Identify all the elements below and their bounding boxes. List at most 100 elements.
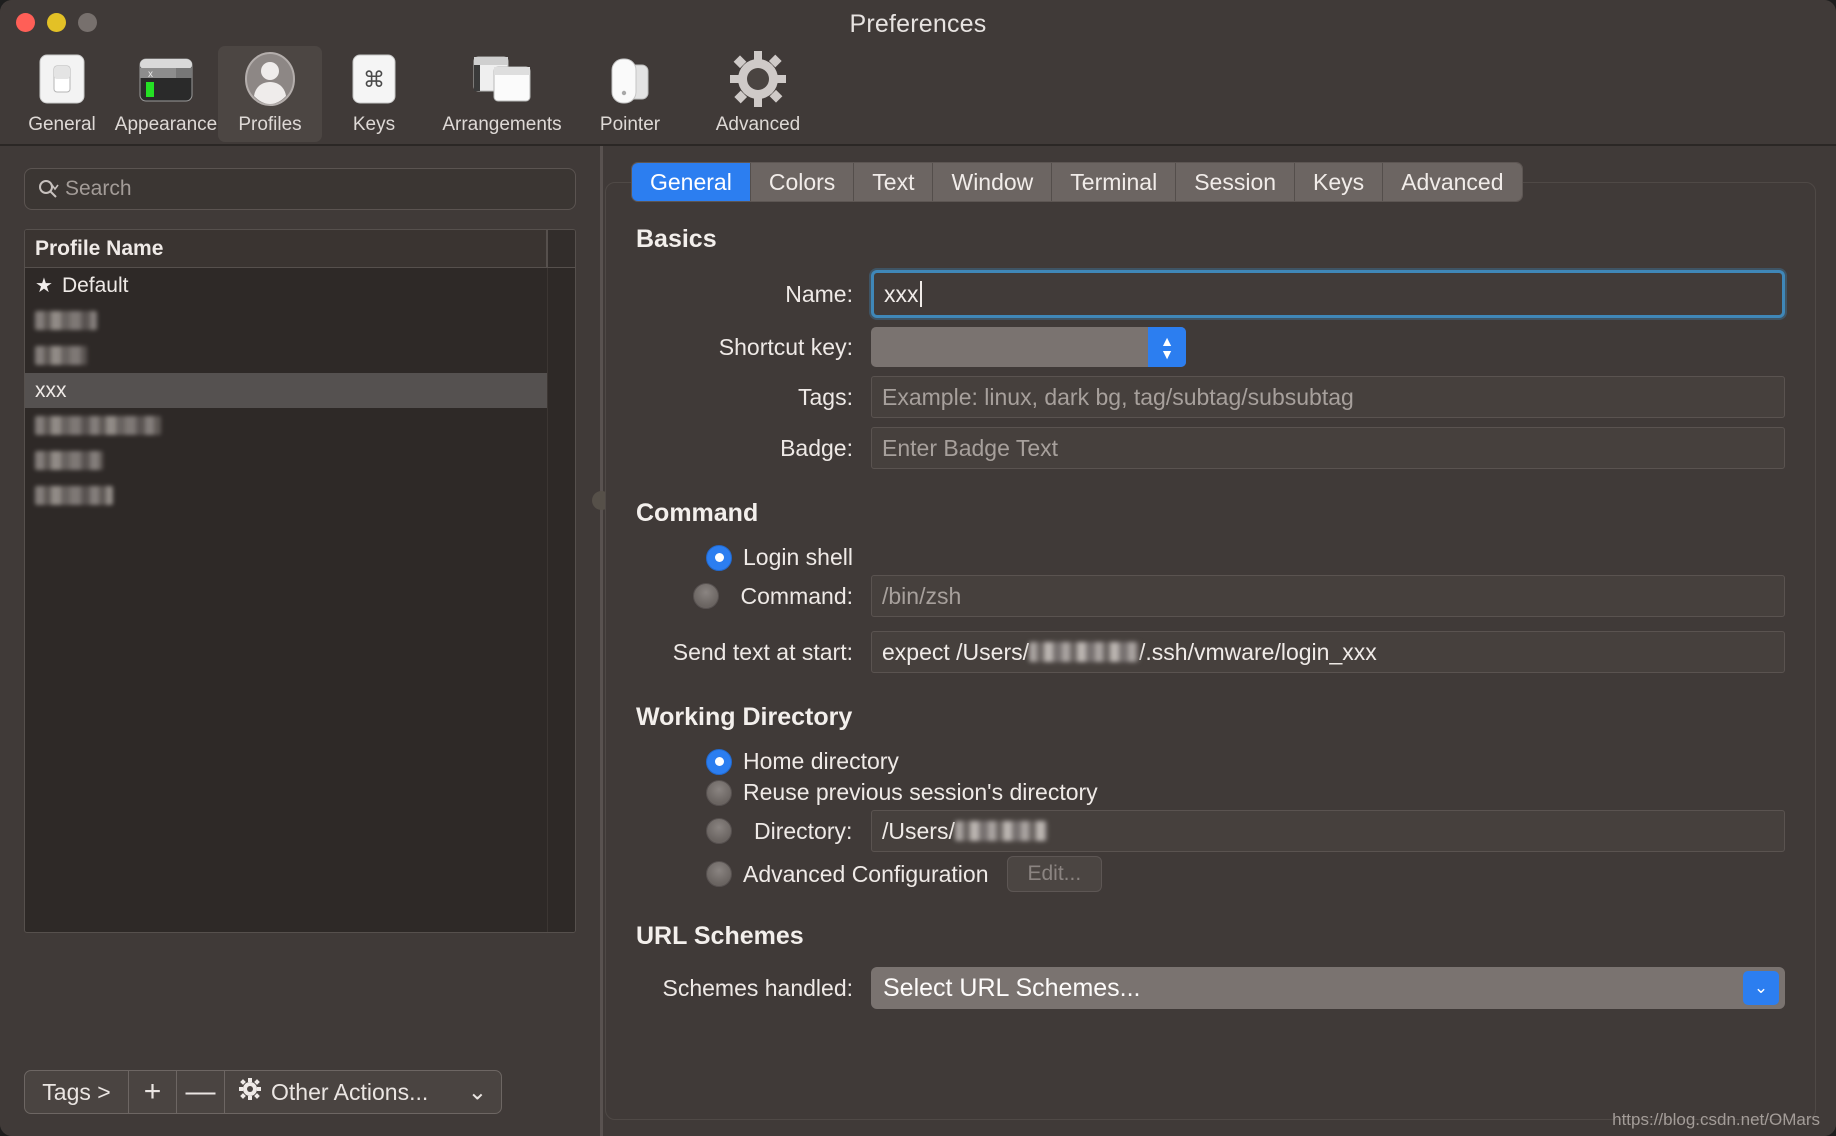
table-row[interactable]: ★ Default: [25, 268, 575, 303]
tab-keys[interactable]: Keys: [1295, 163, 1384, 201]
directory-radio[interactable]: [706, 818, 732, 844]
advanced-configuration-row[interactable]: Advanced Configuration Edit...: [706, 856, 1785, 892]
working-directory-section-title: Working Directory: [636, 703, 853, 731]
toolbar-item-advanced[interactable]: Advanced: [682, 46, 834, 142]
redacted-profile-name: [35, 346, 87, 365]
schemes-handled-popup[interactable]: Select URL Schemes... ⌄: [871, 967, 1785, 1009]
redacted-profile-name: [35, 451, 103, 470]
arrangements-windows-icon: [472, 50, 532, 108]
tags-button[interactable]: Tags >: [25, 1071, 129, 1113]
other-actions-label: Other Actions...: [271, 1078, 429, 1105]
home-directory-row[interactable]: Home directory: [706, 748, 1785, 775]
reuse-directory-radio[interactable]: [706, 779, 732, 806]
remove-profile-button[interactable]: —: [177, 1071, 225, 1113]
tab-colors[interactable]: Colors: [750, 163, 855, 201]
other-actions-button[interactable]: Other Actions... ⌄: [225, 1071, 501, 1113]
column-header-profile-name: Profile Name: [35, 236, 164, 260]
table-row[interactable]: [25, 443, 575, 478]
table-row[interactable]: [25, 303, 575, 338]
add-profile-button[interactable]: +: [129, 1071, 177, 1113]
chevron-down-icon: ⌄: [467, 1078, 487, 1105]
profiles-action-bar: Tags > + — Other Actions... ⌄: [24, 1070, 502, 1114]
table-header: Profile Name: [25, 230, 575, 268]
tags-row: Tags: Example: linux, dark bg, tag/subta…: [636, 376, 1785, 418]
tab-session[interactable]: Session: [1176, 163, 1296, 201]
name-input[interactable]: xxx: [871, 270, 1785, 318]
search-field[interactable]: [24, 168, 576, 210]
directory-prefix: /Users/: [882, 817, 955, 844]
shortcut-key-row: Shortcut key: ▲ ▼: [636, 327, 1785, 367]
window-title: Preferences: [849, 10, 987, 38]
shortcut-key-value[interactable]: [871, 327, 1148, 367]
redacted-username: [1029, 642, 1139, 662]
home-directory-radio[interactable]: [706, 748, 732, 775]
advanced-configuration-label: Advanced Configuration: [743, 860, 989, 887]
svg-text:x: x: [148, 69, 153, 80]
profiles-table[interactable]: Profile Name ★ Default xxx: [24, 229, 576, 933]
tab-general[interactable]: General: [632, 163, 751, 201]
shortcut-key-label: Shortcut key:: [718, 333, 853, 360]
preferences-window: Preferences General x Appearance Profile…: [0, 0, 1836, 1136]
profile-name-label: xxx: [35, 378, 67, 402]
toolbar-item-general[interactable]: General: [10, 46, 114, 142]
send-text-input[interactable]: expect /Users/ /.ssh/vmware/login_xxx: [871, 631, 1785, 673]
name-input-value: xxx: [884, 280, 919, 307]
tags-input[interactable]: Example: linux, dark bg, tag/subtag/subs…: [871, 376, 1785, 418]
command-radio[interactable]: [692, 583, 719, 609]
table-row[interactable]: [25, 478, 575, 513]
table-row[interactable]: [25, 408, 575, 443]
table-row[interactable]: [25, 338, 575, 373]
profile-detail-pane: General Colors Text Window Terminal Sess…: [603, 146, 1836, 1136]
reuse-directory-row[interactable]: Reuse previous session's directory: [706, 779, 1785, 806]
table-corner-button[interactable]: [547, 230, 575, 267]
tags-label: Tags:: [798, 383, 853, 410]
keys-command-key-icon: ⌘: [351, 50, 397, 108]
toolbar-item-appearance[interactable]: x Appearance: [114, 46, 218, 142]
tab-window[interactable]: Window: [933, 163, 1053, 201]
text-caret: [919, 281, 922, 307]
schemes-handled-label: Schemes handled:: [662, 974, 853, 1001]
home-directory-label: Home directory: [743, 748, 899, 774]
directory-row: Directory: /Users/: [636, 810, 1785, 852]
stepper-arrows-icon[interactable]: ▲ ▼: [1148, 327, 1186, 367]
login-shell-row[interactable]: Login shell: [706, 544, 1785, 571]
toolbar-item-label: Pointer: [599, 114, 661, 135]
gear-icon: [239, 1078, 261, 1106]
redacted-profile-name: [35, 416, 161, 435]
send-text-suffix: /.ssh/vmware/login_xxx: [1139, 638, 1377, 665]
login-shell-label: Login shell: [743, 544, 853, 570]
shortcut-key-stepper[interactable]: ▲ ▼: [871, 327, 1186, 367]
toolbar-item-arrangements[interactable]: Arrangements: [426, 46, 578, 142]
command-input[interactable]: /bin/zsh: [871, 575, 1785, 617]
toolbar-item-keys[interactable]: ⌘ Keys: [322, 46, 426, 142]
table-row-selected[interactable]: xxx: [25, 373, 575, 408]
badge-input[interactable]: Enter Badge Text: [871, 427, 1785, 469]
appearance-window-icon: x: [138, 50, 194, 108]
chevron-down-icon: ⌄: [1743, 971, 1779, 1005]
toolbar-item-label: Keys: [352, 114, 396, 135]
tab-advanced[interactable]: Advanced: [1383, 163, 1522, 201]
advanced-gear-icon: [730, 50, 786, 108]
url-schemes-section-title: URL Schemes: [636, 922, 804, 950]
toolbar-item-label: Arrangements: [442, 114, 562, 135]
search-input[interactable]: [65, 177, 563, 201]
command-section-title: Command: [636, 499, 759, 527]
chevron-up-icon: ▲: [1160, 332, 1174, 349]
directory-input[interactable]: /Users/: [871, 810, 1785, 852]
table-scrollbar[interactable]: [547, 268, 575, 932]
tab-terminal[interactable]: Terminal: [1052, 163, 1177, 201]
toolbar-item-pointer[interactable]: Pointer: [578, 46, 682, 142]
send-text-row: Send text at start: expect /Users/ /.ssh/…: [636, 631, 1785, 673]
edit-button[interactable]: Edit...: [1006, 856, 1103, 892]
pointer-mouse-icon: [602, 50, 658, 108]
title-bar: Preferences: [0, 0, 1836, 46]
advanced-configuration-radio[interactable]: [706, 861, 732, 887]
directory-label: Directory:: [754, 817, 853, 844]
search-icon: [37, 178, 59, 200]
command-row: Command: /bin/zsh: [636, 575, 1785, 617]
send-text-label: Send text at start:: [672, 638, 853, 665]
general-tab-panel: Basics Name: xxx Shortcut key: ▲ ▼ Tags:…: [605, 182, 1816, 1120]
tab-text[interactable]: Text: [854, 163, 934, 201]
toolbar-item-profiles[interactable]: Profiles: [218, 46, 322, 142]
login-shell-radio[interactable]: [706, 544, 732, 571]
